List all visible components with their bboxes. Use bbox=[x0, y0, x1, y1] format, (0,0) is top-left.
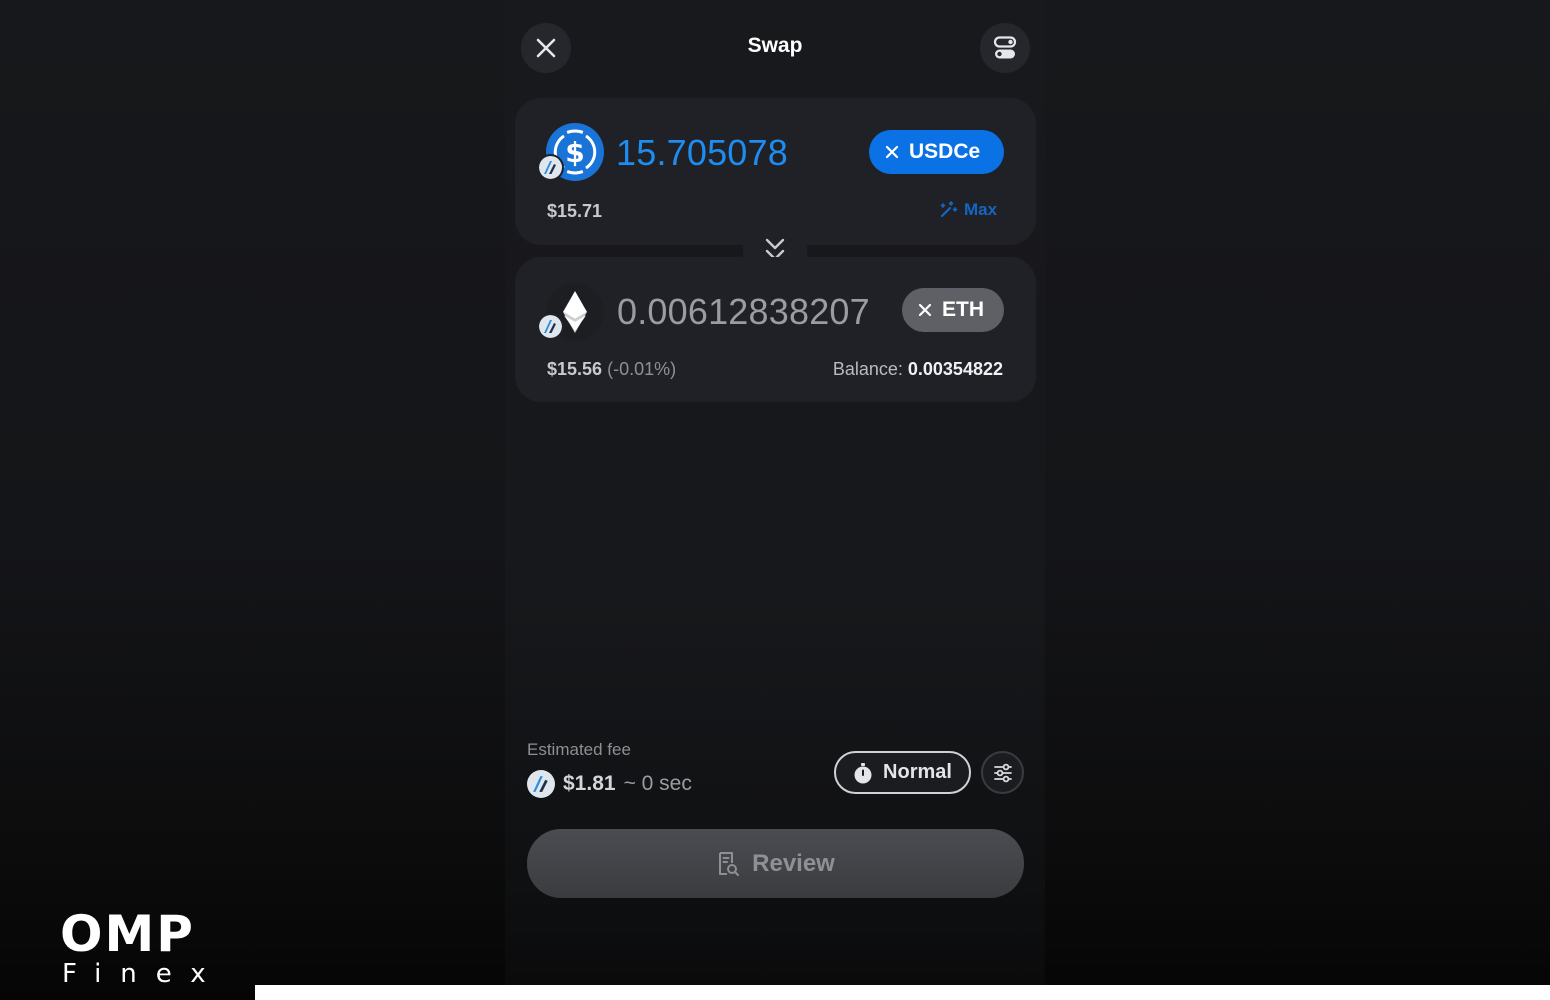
bottom-strip bbox=[255, 985, 1550, 1000]
to-amount-output: 0.00612838207 bbox=[617, 291, 870, 332]
display-settings-button[interactable] bbox=[980, 23, 1030, 73]
from-token-selector[interactable]: USDCe bbox=[869, 130, 1004, 174]
fee-speed-label: Normal bbox=[883, 761, 952, 783]
sliders-icon bbox=[993, 763, 1012, 782]
close-button[interactable] bbox=[521, 23, 571, 73]
close-icon bbox=[536, 38, 556, 58]
to-token-selector[interactable]: ETH bbox=[902, 288, 1004, 332]
to-balance: Balance: 0.00354822 bbox=[833, 359, 1003, 380]
toggle-settings-icon bbox=[993, 36, 1017, 59]
to-usd-value: $15.56 (-0.01%) bbox=[547, 359, 676, 380]
receipt-search-icon bbox=[719, 851, 740, 876]
stopwatch-icon bbox=[854, 762, 872, 783]
logo-main-text: OMP bbox=[60, 905, 195, 963]
arbitrum-icon bbox=[537, 154, 564, 181]
from-token-symbol: USDCe bbox=[909, 140, 981, 163]
balance-value: 0.00354822 bbox=[907, 359, 1003, 379]
arbitrum-icon bbox=[537, 313, 564, 340]
logo-sub-text: Finex bbox=[62, 959, 225, 989]
max-label: Max bbox=[964, 200, 998, 219]
review-label: Review bbox=[752, 849, 835, 877]
max-button[interactable]: Max bbox=[938, 200, 997, 220]
fee-speed-button[interactable]: Normal bbox=[834, 751, 971, 794]
omp-finex-logo: OMP Finex bbox=[60, 908, 220, 993]
close-icon[interactable] bbox=[885, 145, 899, 159]
from-usd-value: $15.71 bbox=[547, 201, 603, 221]
fee-value: $1.81 bbox=[563, 772, 616, 795]
estimated-fee-label: Estimated fee bbox=[527, 740, 631, 759]
fee-time: ~ 0 sec bbox=[623, 772, 692, 795]
page-title: Swap bbox=[747, 34, 803, 57]
arbitrum-icon bbox=[527, 770, 555, 798]
to-token-symbol: ETH bbox=[942, 298, 984, 321]
to-usd-amount: $15.56 bbox=[547, 359, 603, 379]
balance-label: Balance: bbox=[832, 359, 903, 379]
estimated-fee: $1.81 ~ 0 sec bbox=[527, 770, 692, 798]
fee-settings-button[interactable] bbox=[981, 751, 1024, 794]
screen: Swap $ 15.705078 USDCe $15.71 Max 0.0061… bbox=[0, 0, 1550, 1000]
magic-wand-icon bbox=[940, 201, 958, 218]
price-impact: (-0.01%) bbox=[607, 359, 677, 379]
review-button[interactable]: Review bbox=[527, 829, 1024, 898]
svg-text:$: $ bbox=[565, 136, 584, 169]
close-icon[interactable] bbox=[918, 303, 932, 317]
from-amount-input[interactable]: 15.705078 bbox=[616, 132, 788, 174]
